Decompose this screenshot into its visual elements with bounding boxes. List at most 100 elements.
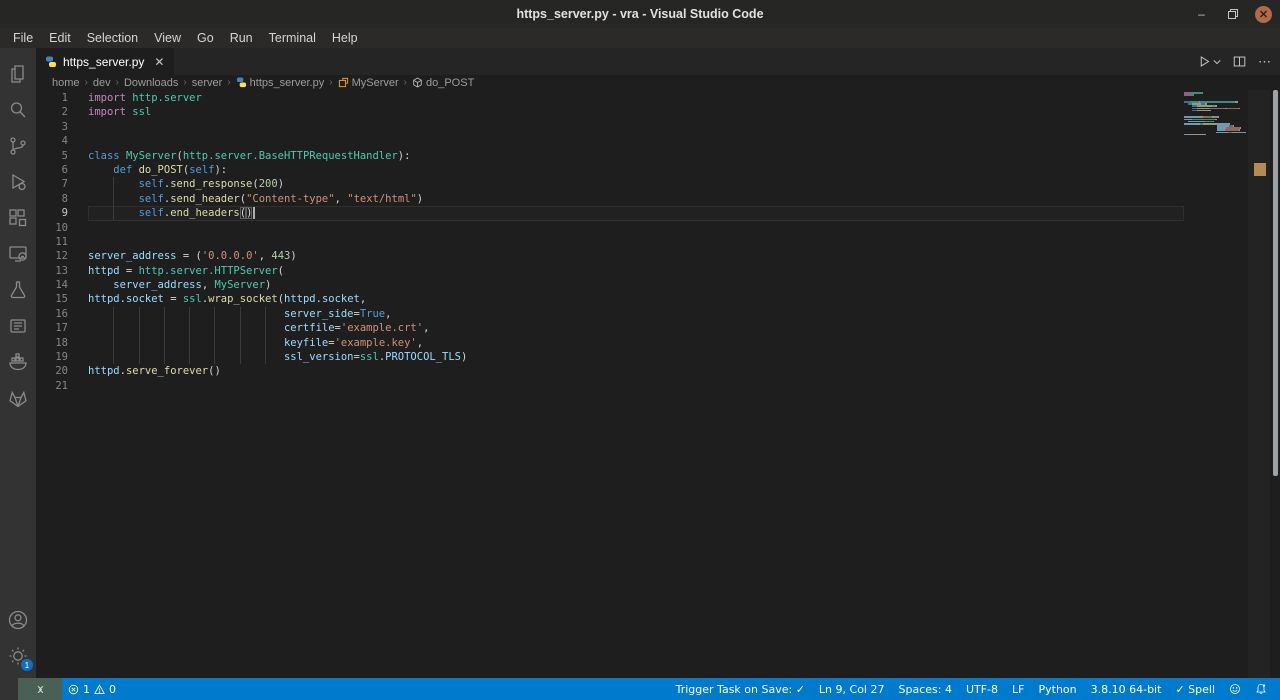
- search-icon[interactable]: [0, 92, 36, 128]
- menu-item-view[interactable]: View: [146, 29, 189, 47]
- status-interpreter[interactable]: 3.8.10 64-bit: [1084, 678, 1169, 700]
- source-control-icon[interactable]: [0, 128, 36, 164]
- overview-ruler[interactable]: [1248, 90, 1270, 678]
- containers-icon[interactable]: [0, 308, 36, 344]
- line-number[interactable]: 6: [36, 163, 88, 177]
- line-number[interactable]: 12: [36, 249, 88, 263]
- breadcrumb-item-downloads[interactable]: Downloads: [124, 77, 178, 89]
- breadcrumb-item-server[interactable]: server: [192, 77, 223, 89]
- line-number[interactable]: 3: [36, 120, 88, 134]
- tab-https-server-py[interactable]: https_server.py ✕: [36, 48, 175, 75]
- menu-item-selection[interactable]: Selection: [79, 29, 146, 47]
- code-line-16[interactable]: 16 server_side=True,: [36, 306, 1184, 322]
- breadcrumb-item-https_server.py[interactable]: https_server.py: [236, 77, 324, 89]
- code-line-20[interactable]: 20 httpd.serve_forever(): [36, 364, 1184, 378]
- explorer-icon[interactable]: [0, 56, 36, 92]
- menu-item-edit[interactable]: Edit: [41, 29, 79, 47]
- testing-icon[interactable]: [0, 272, 36, 308]
- remote-window-icon: [37, 685, 43, 693]
- code-line-5[interactable]: 5 class MyServer(http.server.BaseHTTPRequ…: [36, 149, 1184, 163]
- line-number[interactable]: 21: [36, 379, 88, 393]
- restore-icon[interactable]: [1224, 6, 1241, 23]
- line-number[interactable]: 16: [36, 307, 88, 321]
- line-number[interactable]: 8: [36, 192, 88, 206]
- line-number[interactable]: 18: [36, 336, 88, 350]
- problems-button[interactable]: 1 0: [62, 678, 122, 700]
- status-trigger-task[interactable]: Trigger Task on Save: ✓: [669, 678, 812, 700]
- line-number[interactable]: 19: [36, 350, 88, 364]
- menu-item-go[interactable]: Go: [189, 29, 222, 47]
- status-encoding[interactable]: UTF-8: [959, 678, 1005, 700]
- line-number[interactable]: 14: [36, 278, 88, 292]
- scrollbar[interactable]: [1273, 90, 1278, 476]
- breadcrumb-item-home[interactable]: home: [52, 77, 80, 89]
- notifications-bell-icon[interactable]: [1248, 678, 1274, 700]
- line-number[interactable]: 7: [36, 177, 88, 191]
- line-number[interactable]: 4: [36, 134, 88, 148]
- breadcrumb-item-do_post[interactable]: do_POST: [412, 77, 474, 89]
- line-number[interactable]: 2: [36, 105, 88, 119]
- code-line-12[interactable]: 12 server_address = ('0.0.0.0', 443): [36, 249, 1184, 263]
- line-number[interactable]: 13: [36, 264, 88, 278]
- indent-guide: [239, 335, 241, 351]
- status-indentation[interactable]: Spaces: 4: [891, 678, 958, 700]
- code-line-17[interactable]: 17 certfile='example.crt',: [36, 321, 1184, 336]
- indent-guide: [214, 321, 216, 336]
- breadcrumb-item-myserver[interactable]: MyServer: [338, 77, 399, 89]
- line-number[interactable]: 17: [36, 321, 88, 335]
- code-line-10[interactable]: 10: [36, 221, 1184, 235]
- menu-item-run[interactable]: Run: [222, 29, 261, 47]
- minimap[interactable]: [1184, 90, 1247, 138]
- code-line-14[interactable]: 14 server_address, MyServer): [36, 278, 1184, 292]
- code-line-8[interactable]: 8 self.send_header("Content-type", "text…: [36, 191, 1184, 207]
- code-line-21[interactable]: 21: [36, 379, 1184, 393]
- line-number[interactable]: 11: [36, 235, 88, 249]
- status-cursor-position[interactable]: Ln 9, Col 27: [812, 678, 892, 700]
- line-number[interactable]: 5: [36, 149, 88, 163]
- indent-guide: [113, 191, 115, 207]
- menu-item-terminal[interactable]: Terminal: [261, 29, 324, 47]
- code-line-6[interactable]: 6 def do_POST(self):: [36, 163, 1184, 177]
- indent-guide: [189, 350, 191, 365]
- run-debug-icon[interactable]: [0, 164, 36, 200]
- gitlab-icon[interactable]: [0, 380, 36, 416]
- line-number[interactable]: 20: [36, 364, 88, 378]
- run-button[interactable]: [1198, 55, 1221, 68]
- remote-window-button[interactable]: [18, 678, 62, 700]
- accounts-icon[interactable]: [0, 602, 36, 638]
- remote-explorer-icon[interactable]: [0, 236, 36, 272]
- line-number[interactable]: 10: [36, 221, 88, 235]
- code-line-9[interactable]: 9 self.end_headers(): [36, 206, 1184, 221]
- code-line-13[interactable]: 13 httpd = http.server.HTTPServer(: [36, 264, 1184, 278]
- line-number[interactable]: 1: [36, 91, 88, 105]
- code-editor[interactable]: 1 import http.server 2 import ssl 3 4 5 class M…: [36, 90, 1280, 678]
- line-number[interactable]: 9: [36, 206, 88, 220]
- code-line-2[interactable]: 2 import ssl: [36, 105, 1184, 119]
- extensions-icon[interactable]: [0, 200, 36, 236]
- line-content: server_address = ('0.0.0.0', 443): [88, 250, 297, 263]
- feedback-smiley-icon[interactable]: [1222, 678, 1248, 700]
- close-icon[interactable]: ✕: [1255, 5, 1272, 23]
- code-line-15[interactable]: 15 httpd.socket = ssl.wrap_socket(httpd.s…: [36, 292, 1184, 306]
- docker-icon[interactable]: [0, 344, 36, 380]
- settings-gear-icon[interactable]: 1: [0, 638, 36, 674]
- code-line-18[interactable]: 18 keyfile='example.key',: [36, 335, 1184, 351]
- status-language[interactable]: Python: [1031, 678, 1083, 700]
- minimize-icon[interactable]: –: [1193, 6, 1210, 23]
- menu-item-help[interactable]: Help: [324, 29, 366, 47]
- tab-close-icon[interactable]: ✕: [154, 55, 164, 69]
- code-line-3[interactable]: 3: [36, 120, 1184, 134]
- split-editor-icon[interactable]: [1233, 55, 1246, 68]
- indent-guide: [113, 350, 115, 365]
- code-line-11[interactable]: 11: [36, 235, 1184, 249]
- code-line-19[interactable]: 19 ssl_version=ssl.PROTOCOL_TLS): [36, 350, 1184, 365]
- status-spell[interactable]: ✓ Spell: [1168, 678, 1222, 700]
- menu-item-file[interactable]: File: [5, 29, 41, 47]
- status-eol[interactable]: LF: [1005, 678, 1031, 700]
- code-line-7[interactable]: 7 self.send_response(200): [36, 177, 1184, 192]
- code-line-1[interactable]: 1 import http.server: [36, 91, 1184, 105]
- breadcrumb-item-dev[interactable]: dev: [93, 77, 111, 89]
- more-actions-icon[interactable]: ⋯: [1258, 54, 1272, 70]
- line-number[interactable]: 15: [36, 292, 88, 306]
- code-line-4[interactable]: 4: [36, 134, 1184, 148]
